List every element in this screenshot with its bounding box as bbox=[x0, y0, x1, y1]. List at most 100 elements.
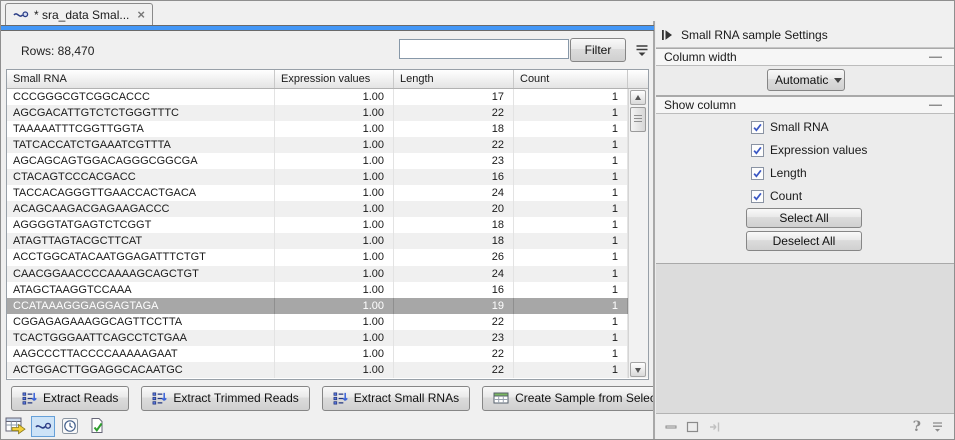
scroll-down-button[interactable] bbox=[630, 362, 646, 377]
cell-length: 24 bbox=[394, 185, 514, 201]
column-header-spacer bbox=[628, 70, 648, 88]
extract-reads-button[interactable]: Extract Reads bbox=[11, 386, 129, 411]
table-row[interactable]: TATCACCATCTGAAATCGTTTA 1.00 22 1 bbox=[7, 137, 628, 153]
history-view-button[interactable] bbox=[58, 416, 82, 437]
cell-expression-value: 1.00 bbox=[275, 89, 394, 105]
table-row[interactable]: AGCGACATTGTCTCTGGGTTTC 1.00 22 1 bbox=[7, 105, 628, 121]
checkbox-icon[interactable] bbox=[751, 167, 764, 180]
panel-collapse-icon[interactable] bbox=[661, 29, 673, 41]
cell-expression-value: 1.00 bbox=[275, 298, 394, 314]
table-row[interactable]: AAGCCCTTACCCCAAAAAGAAT 1.00 22 1 bbox=[7, 346, 628, 362]
cell-count: 1 bbox=[514, 201, 628, 217]
cell-count: 1 bbox=[514, 153, 628, 169]
show-column-checkbox-row[interactable]: Count bbox=[751, 189, 802, 203]
table-row[interactable]: ACCTGGCATACAATGGAGATTTCTGT 1.00 26 1 bbox=[7, 249, 628, 265]
table-row[interactable]: CAACGGAACCCCAAAAGCAGCTGT 1.00 24 1 bbox=[7, 266, 628, 282]
table-row[interactable]: CCCGGGCGTCGGCACCC 1.00 17 1 bbox=[7, 89, 628, 105]
table-row[interactable]: AGGGGTATGAGTCTCGGT 1.00 18 1 bbox=[7, 217, 628, 233]
extract-trimmed-reads-button[interactable]: Extract Trimmed Reads bbox=[141, 386, 309, 411]
checkbox-icon[interactable] bbox=[751, 144, 764, 157]
side-panel-menu-icon[interactable] bbox=[930, 420, 945, 433]
column-width-dropdown[interactable]: Automatic bbox=[767, 69, 845, 91]
cell-count: 1 bbox=[514, 105, 628, 121]
table-row[interactable]: CGGAGAGAAAGGCAGTTCCTTA 1.00 22 1 bbox=[7, 314, 628, 330]
column-header-length[interactable]: Length bbox=[394, 70, 514, 88]
extract-trimmed-reads-label: Extract Trimmed Reads bbox=[173, 391, 298, 405]
collapse-minus-icon[interactable] bbox=[929, 104, 942, 106]
cell-length: 22 bbox=[394, 105, 514, 121]
cell-length: 20 bbox=[394, 201, 514, 217]
cell-count: 1 bbox=[514, 169, 628, 185]
column-header-small-rna[interactable]: Small RNA bbox=[7, 70, 275, 88]
table-row[interactable]: CCATAAAGGGAGGAGTAGA 1.00 19 1 bbox=[7, 298, 628, 314]
cell-count: 1 bbox=[514, 298, 628, 314]
checkbox-icon[interactable] bbox=[751, 190, 764, 203]
column-width-section-header[interactable]: Column width bbox=[656, 49, 954, 66]
table-arrow-icon bbox=[5, 417, 27, 435]
table-row[interactable]: ACTGGACTTGGAGGCACAATGC 1.00 22 1 bbox=[7, 362, 628, 378]
cell-length: 22 bbox=[394, 346, 514, 362]
create-sample-table-icon bbox=[493, 391, 509, 405]
cell-length: 16 bbox=[394, 282, 514, 298]
checkbox-icon[interactable] bbox=[751, 121, 764, 134]
cell-count: 1 bbox=[514, 137, 628, 153]
table-row[interactable]: ACAGCAAGACGAGAAGACCC 1.00 20 1 bbox=[7, 201, 628, 217]
table-row[interactable]: CTACAGTCCCACGACC 1.00 16 1 bbox=[7, 169, 628, 185]
cell-length: 19 bbox=[394, 298, 514, 314]
table-row[interactable]: ATAGCTAAGGTCCAAA 1.00 16 1 bbox=[7, 282, 628, 298]
extract-trimmed-reads-icon bbox=[152, 391, 167, 406]
filter-input[interactable] bbox=[399, 39, 569, 59]
extract-small-rnas-button[interactable]: Extract Small RNAs bbox=[322, 386, 470, 411]
extract-small-rnas-label: Extract Small RNAs bbox=[354, 391, 459, 405]
extract-reads-label: Extract Reads bbox=[43, 391, 118, 405]
help-icon[interactable]: ? bbox=[913, 419, 921, 435]
float-panel-icon[interactable] bbox=[686, 421, 699, 433]
show-column-title: Show column bbox=[664, 98, 736, 112]
table-view-panel: Rows: 88,470 Filter Small RNA Expression… bbox=[1, 31, 654, 439]
filter-options-icon[interactable] bbox=[634, 42, 650, 58]
cell-small-rna: AGCGACATTGTCTCTGGGTTTC bbox=[7, 105, 275, 121]
element-info-view-button[interactable] bbox=[85, 416, 109, 437]
select-all-button[interactable]: Select All bbox=[746, 208, 862, 228]
filter-button[interactable]: Filter bbox=[570, 38, 626, 62]
cell-expression-value: 1.00 bbox=[275, 282, 394, 298]
cell-length: 18 bbox=[394, 121, 514, 137]
checkbox-label: Length bbox=[770, 166, 807, 180]
small-rna-view-button[interactable] bbox=[31, 416, 55, 437]
dock-panel-icon[interactable] bbox=[708, 421, 722, 433]
column-width-body: Automatic bbox=[656, 66, 954, 95]
cell-expression-value: 1.00 bbox=[275, 266, 394, 282]
scroll-up-button[interactable] bbox=[630, 90, 646, 105]
vertical-scrollbar[interactable] bbox=[628, 89, 648, 378]
cell-small-rna: AAGCCCTTACCCCAAAAAGAAT bbox=[7, 346, 275, 362]
cell-small-rna: TACCACAGGGTTGAACCACTGACA bbox=[7, 185, 275, 201]
side-panel-header[interactable]: Small RNA sample Settings bbox=[656, 23, 954, 48]
column-width-dropdown-value: Automatic bbox=[775, 73, 828, 87]
tab-close-icon[interactable]: × bbox=[137, 10, 145, 20]
side-panel-title: Small RNA sample Settings bbox=[681, 28, 828, 42]
column-header-expression-values[interactable]: Expression values bbox=[275, 70, 394, 88]
cell-count: 1 bbox=[514, 185, 628, 201]
show-column-checkbox-row[interactable]: Small RNA bbox=[751, 120, 829, 134]
collapse-minus-icon[interactable] bbox=[929, 56, 942, 58]
cell-small-rna: AGGGGTATGAGTCTCGGT bbox=[7, 217, 275, 233]
cell-count: 1 bbox=[514, 89, 628, 105]
show-column-checkbox-row[interactable]: Expression values bbox=[751, 143, 867, 157]
scrollbar-thumb[interactable] bbox=[630, 107, 646, 132]
table-row[interactable]: TCACTGGGAATTCAGCCTCTGAA 1.00 23 1 bbox=[7, 330, 628, 346]
table-row[interactable]: TACCACAGGGTTGAACCACTGACA 1.00 24 1 bbox=[7, 185, 628, 201]
table-row[interactable]: AGCAGCAGTGGACAGGGCGGCGA 1.00 23 1 bbox=[7, 153, 628, 169]
minimize-panel-icon[interactable] bbox=[665, 421, 677, 433]
deselect-all-button[interactable]: Deselect All bbox=[746, 231, 862, 251]
show-column-section-header[interactable]: Show column bbox=[656, 97, 954, 114]
create-sample-button[interactable]: Create Sample from Selec... bbox=[482, 386, 677, 411]
show-column-checkbox-row[interactable]: Length bbox=[751, 166, 807, 180]
cell-expression-value: 1.00 bbox=[275, 105, 394, 121]
tab-sra-data-small-rna[interactable]: * sra_data Smal... × bbox=[5, 3, 153, 25]
table-row[interactable]: TAAAAATTTCGGTTGGTA 1.00 18 1 bbox=[7, 121, 628, 137]
table-row[interactable]: ATAGTTAGTACGCTTCAT 1.00 18 1 bbox=[7, 233, 628, 249]
table-view-button[interactable] bbox=[4, 416, 28, 437]
cell-count: 1 bbox=[514, 282, 628, 298]
cell-length: 18 bbox=[394, 217, 514, 233]
column-header-count[interactable]: Count bbox=[514, 70, 628, 88]
